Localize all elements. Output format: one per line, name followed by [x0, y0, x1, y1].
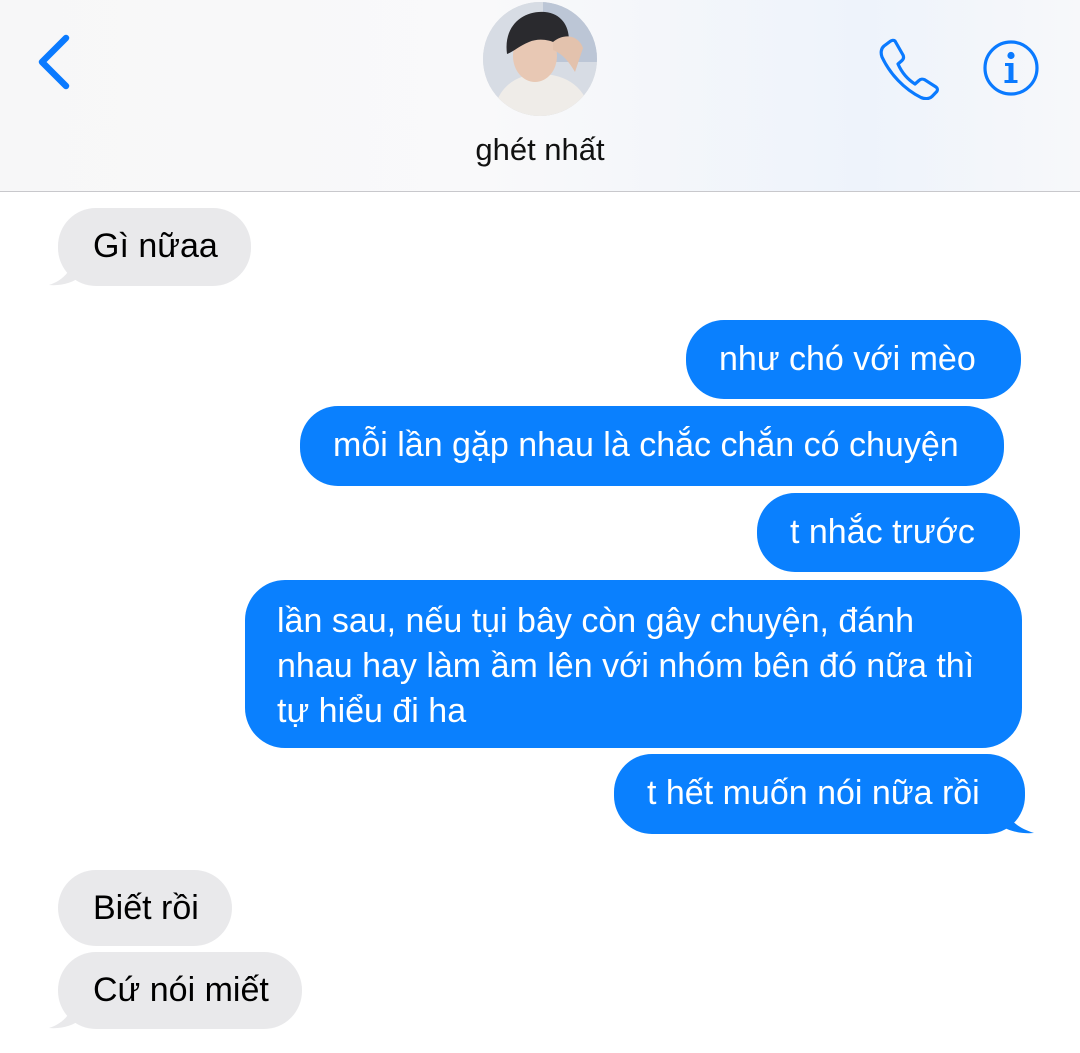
avatar[interactable] — [483, 2, 597, 116]
info-icon — [983, 40, 1039, 96]
contact-photo — [483, 2, 597, 116]
message-bubble-incoming[interactable]: Biết rồi — [58, 870, 232, 946]
chevron-left-icon — [38, 34, 70, 90]
conversation-header: ghét nhất — [0, 0, 1080, 192]
contact-name[interactable]: ghét nhất — [0, 132, 1080, 168]
message-bubble-outgoing[interactable]: lần sau, nếu tụi bây còn gây chuyện, đán… — [245, 580, 1022, 748]
message-bubble-incoming[interactable]: Gì nữaa — [58, 208, 251, 286]
message-bubble-outgoing[interactable]: mỗi lần gặp nhau là chắc chắn có chuyện — [300, 406, 1004, 486]
message-bubble-incoming[interactable]: Cứ nói miết — [58, 952, 302, 1029]
message-bubble-outgoing[interactable]: t hết muốn nói nữa rồi — [614, 754, 1025, 834]
phone-icon — [879, 38, 939, 101]
message-bubble-outgoing[interactable]: t nhắc trước — [757, 493, 1020, 572]
back-button[interactable] — [32, 30, 82, 96]
info-button[interactable] — [981, 38, 1041, 98]
call-button[interactable] — [878, 36, 942, 101]
message-bubble-outgoing[interactable]: như chó với mèo — [686, 320, 1021, 399]
